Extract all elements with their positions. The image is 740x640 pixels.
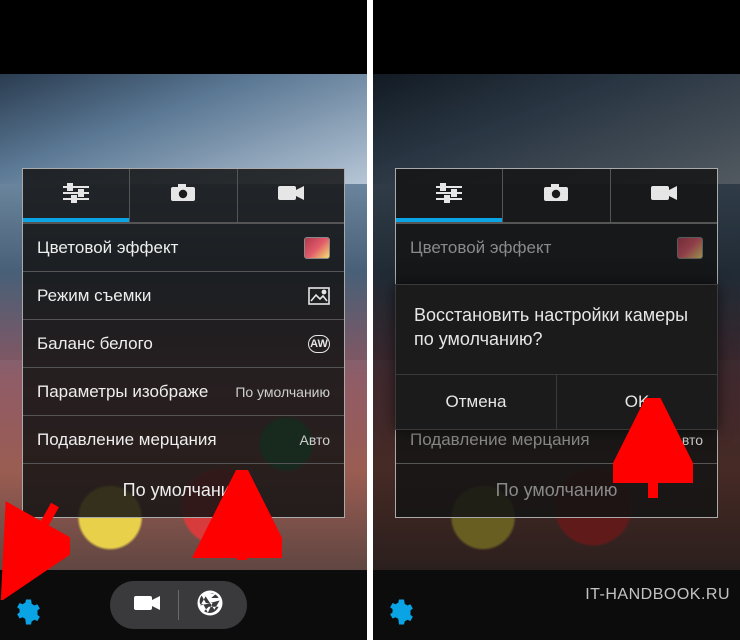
video-icon	[132, 593, 162, 618]
bottom-bar	[0, 570, 367, 640]
row-color-effect[interactable]: Цветовой эффект	[23, 223, 344, 271]
sliders-icon	[61, 182, 91, 209]
gear-icon	[11, 597, 41, 632]
color-effect-thumb-icon	[304, 237, 330, 259]
shutter-icon	[195, 588, 225, 623]
row-color-effect[interactable]: Цветовой эффект	[396, 223, 717, 271]
row-reset-defaults[interactable]: По умолчанию	[23, 463, 344, 517]
left-screenshot: Цветовой эффект Режим съемки Баланс бело…	[0, 0, 367, 640]
bottom-bar	[373, 570, 740, 640]
label: Режим съемки	[37, 286, 151, 306]
tab-video[interactable]	[237, 169, 344, 222]
value: Авто	[299, 432, 330, 448]
ok-button[interactable]: OK	[556, 375, 717, 429]
color-effect-thumb-icon	[677, 237, 703, 259]
sliders-icon	[434, 182, 464, 209]
tab-adjustments[interactable]	[23, 169, 129, 222]
right-screenshot: Цветовой эффект . . . Подавление мерцани…	[373, 0, 740, 640]
label: По умолчанию	[496, 480, 618, 501]
row-white-balance[interactable]: Баланс белого AW	[23, 319, 344, 367]
label: Баланс белого	[37, 334, 153, 354]
camera-settings-panel: Цветовой эффект Режим съемки Баланс бело…	[22, 168, 345, 518]
value: По умолчанию	[235, 384, 330, 400]
row-shoot-mode[interactable]: Режим съемки	[23, 271, 344, 319]
label: Подавление мерцания	[410, 430, 590, 450]
value: Авто	[672, 432, 703, 448]
dialog-buttons: Отмена OK	[396, 374, 717, 429]
gear-icon	[384, 597, 414, 632]
tab-photo[interactable]	[129, 169, 236, 222]
tab-video[interactable]	[610, 169, 717, 222]
tab-adjustments[interactable]	[396, 169, 502, 222]
video-icon	[276, 183, 306, 208]
mode-toggle	[110, 581, 247, 629]
cancel-button[interactable]: Отмена	[396, 375, 556, 429]
label: По умолчанию	[123, 480, 245, 501]
camera-icon	[541, 182, 571, 209]
row-reset-defaults[interactable]: По умолчанию	[396, 463, 717, 517]
settings-tabs	[396, 169, 717, 223]
row-flicker[interactable]: Подавление мерцания Авто	[23, 415, 344, 463]
dialog-message: Восстановить настройки камеры по умолчан…	[396, 285, 717, 374]
confirm-dialog: Восстановить настройки камеры по умолчан…	[395, 284, 718, 430]
status-bar	[0, 0, 367, 24]
shutter-button[interactable]	[179, 581, 241, 629]
label: Параметры изображе	[37, 382, 208, 402]
auto-wb-icon: AW	[308, 335, 330, 353]
settings-button[interactable]	[381, 596, 417, 632]
label: Цветовой эффект	[410, 238, 551, 258]
label: Подавление мерцания	[37, 430, 217, 450]
mode-video-button[interactable]	[116, 581, 178, 629]
settings-button[interactable]	[8, 596, 44, 632]
tab-photo[interactable]	[502, 169, 609, 222]
framed-image-icon	[308, 287, 330, 305]
camera-icon	[168, 182, 198, 209]
video-icon	[649, 183, 679, 208]
label: Цветовой эффект	[37, 238, 178, 258]
settings-tabs	[23, 169, 344, 223]
row-image-params[interactable]: Параметры изображе По умолчанию	[23, 367, 344, 415]
